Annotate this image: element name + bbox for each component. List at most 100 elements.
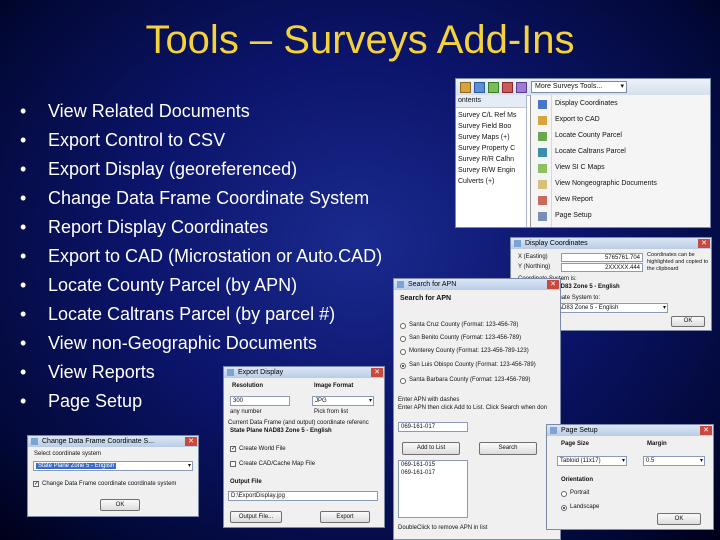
county-option: Santa Barbara County (Format: 123-456-78… bbox=[409, 377, 531, 383]
ok-button[interactable]: OK bbox=[657, 513, 701, 525]
x-value-field[interactable]: 5765761.704 bbox=[561, 253, 643, 262]
more-surveys-tools-dropdown[interactable]: More Surveys Tools... ▾ bbox=[531, 81, 627, 93]
bullet-marker: • bbox=[20, 159, 27, 179]
landscape-radio[interactable] bbox=[561, 505, 567, 511]
layer-item[interactable]: Survey R/R Calhn bbox=[456, 154, 526, 165]
title-bar: Export Display ✕ bbox=[224, 367, 384, 378]
window-icon bbox=[514, 240, 521, 247]
bullet-marker: • bbox=[20, 333, 27, 353]
ok-button[interactable]: OK bbox=[671, 316, 705, 327]
y-label: Y (Northing) bbox=[518, 264, 551, 270]
layer-item[interactable]: Culverts (+) bbox=[456, 176, 526, 187]
layer-item[interactable]: Survey R/W Engin bbox=[456, 165, 526, 176]
chevron-down-icon: ▾ bbox=[620, 83, 624, 90]
menu-item-display-coordinates[interactable]: Display Coordinates bbox=[538, 96, 618, 112]
margin-select[interactable]: 0.5 ▾ bbox=[643, 456, 705, 466]
add-to-list-button[interactable]: Add to List bbox=[402, 442, 460, 455]
bullet-marker: • bbox=[20, 101, 27, 121]
list-footer: DoubleClick to remove APN in list bbox=[398, 525, 488, 531]
bullet-item: • Locate County Parcel (by APN) bbox=[20, 271, 382, 300]
output-file-button[interactable]: Output File... bbox=[230, 511, 282, 523]
bullet-marker: • bbox=[20, 130, 27, 150]
title-bar: Page Setup ✕ bbox=[547, 425, 713, 436]
coordinates-note: Coordinates can be highlighted and copie… bbox=[647, 252, 709, 272]
orientation-label: Orientation bbox=[561, 477, 594, 483]
bullet-item: • Change Data Frame Coordinate System bbox=[20, 184, 382, 213]
chevron-down-icon: ▾ bbox=[187, 463, 191, 469]
bullet-marker: • bbox=[20, 304, 27, 324]
close-icon[interactable]: ✕ bbox=[547, 280, 559, 289]
surveys-tools-menu-window: More Surveys Tools... ▾ ontents Survey C… bbox=[455, 78, 711, 228]
resolution-input[interactable]: 300 bbox=[230, 396, 290, 406]
menu-item-locate-caltrans-parcel[interactable]: Locate Caltrans Parcel bbox=[538, 144, 626, 160]
title-bar: Search for APN ✕ bbox=[394, 279, 560, 290]
menu-item-page-setup[interactable]: Page Setup bbox=[538, 208, 592, 224]
export-button[interactable]: Export bbox=[320, 511, 370, 523]
menu-item-export-to-cad[interactable]: Export to CAD bbox=[538, 112, 600, 128]
county-radio-san-luis-obispo[interactable] bbox=[400, 363, 406, 369]
close-icon[interactable]: ✕ bbox=[698, 239, 710, 248]
apn-input[interactable]: 069-161-017 bbox=[398, 422, 468, 432]
coordinate-system-select[interactable]: State Plane Zone 5 - English ▾ bbox=[33, 461, 193, 471]
slide-title: Tools – Surveys Add-Ins bbox=[145, 18, 575, 62]
bullet-marker: • bbox=[20, 217, 27, 237]
county-radio-santa-cruz[interactable] bbox=[400, 323, 406, 329]
output-file-input[interactable]: D:\ExportDisplay.jpg bbox=[228, 491, 378, 501]
apn-instruction: Enter APN with dashes bbox=[398, 397, 460, 403]
world-file-checkbox[interactable]: ✓ bbox=[230, 446, 236, 452]
toc-header: ontents bbox=[456, 95, 526, 108]
change-coordinate-system-dialog: Change Data Frame Coordinate S... ✕ Selec… bbox=[27, 435, 199, 517]
ok-button[interactable]: OK bbox=[100, 499, 140, 511]
county-radio-santa-barbara[interactable] bbox=[400, 378, 406, 384]
title-bar: Change Data Frame Coordinate S... ✕ bbox=[28, 436, 198, 447]
search-apn-heading: Search for APN bbox=[400, 295, 452, 302]
layer-item[interactable]: Survey Maps (+) bbox=[456, 132, 526, 143]
bullet-item: • Export to CAD (Microstation or Auto.CAD… bbox=[20, 242, 382, 271]
list-item[interactable]: 069-161-017 bbox=[401, 469, 467, 477]
menu-item-locate-county-parcel[interactable]: Locate County Parcel bbox=[538, 128, 622, 144]
apn-instruction: Enter APN then click Add to List. Click … bbox=[398, 405, 548, 411]
xy-icon bbox=[538, 100, 547, 109]
apn-list[interactable]: 069-161-015 069-161-017 bbox=[398, 460, 468, 518]
menu-item-view-report[interactable]: View Report bbox=[538, 192, 593, 208]
county-parcel-icon bbox=[538, 132, 547, 141]
layer-item[interactable]: Survey C/L Ref Ms bbox=[456, 110, 526, 121]
toolbar-icon[interactable] bbox=[474, 82, 485, 93]
window-icon bbox=[227, 369, 234, 376]
close-icon[interactable]: ✕ bbox=[371, 368, 383, 377]
resolution-note: any number bbox=[230, 409, 262, 415]
toolbar-icon[interactable] bbox=[502, 82, 513, 93]
county-option: San Luis Obispo County (Format: 123-456-… bbox=[409, 362, 536, 368]
close-icon[interactable]: ✕ bbox=[700, 426, 712, 435]
menu-item-view-sic-maps[interactable]: View SI C Maps bbox=[538, 160, 605, 176]
page-size-select[interactable]: Tabloid (11x17) ▾ bbox=[557, 456, 627, 466]
close-icon[interactable]: ✕ bbox=[185, 437, 197, 446]
portrait-radio[interactable] bbox=[561, 491, 567, 497]
image-format-label: Image Format bbox=[314, 383, 354, 389]
county-radio-san-benito[interactable] bbox=[400, 336, 406, 342]
search-apn-dialog: Search for APN ✕ Search for APN Santa Cru… bbox=[393, 278, 561, 540]
current-cs-value: State Plane NAD83 Zone 5 - English bbox=[230, 428, 332, 434]
county-radio-monterey[interactable] bbox=[400, 349, 406, 355]
margin-label: Margin bbox=[647, 441, 667, 447]
bullet-item: • View non-Geographic Documents bbox=[20, 329, 382, 358]
y-value-field[interactable]: 2XXXXX.444 bbox=[561, 263, 643, 272]
menu-item-view-nongeographic-documents[interactable]: View Nongeographic Documents bbox=[538, 176, 657, 192]
cad-cache-checkbox[interactable] bbox=[230, 461, 236, 467]
bullet-marker: • bbox=[20, 246, 27, 266]
county-option: San Benito County (Format: 123-456-789) bbox=[409, 335, 522, 341]
search-button[interactable]: Search bbox=[479, 442, 537, 455]
toolbar-icon[interactable] bbox=[488, 82, 499, 93]
bullet-item: • Locate Caltrans Parcel (by parcel #) bbox=[20, 300, 382, 329]
image-format-select[interactable]: JPG ▾ bbox=[312, 396, 374, 406]
toolbar-icon[interactable] bbox=[460, 82, 471, 93]
output-file-label: Output File bbox=[230, 479, 262, 485]
change-data-frame-checkbox[interactable]: ✓ bbox=[33, 481, 39, 487]
county-option: Monterey County (Format: 123-456-789-123… bbox=[409, 348, 529, 354]
format-note: Pick from list bbox=[314, 409, 349, 415]
list-item[interactable]: 069-161-015 bbox=[401, 461, 467, 469]
layer-item[interactable]: Survey Field Boo bbox=[456, 121, 526, 132]
bullet-marker: • bbox=[20, 275, 27, 295]
toolbar-icon[interactable] bbox=[516, 82, 527, 93]
layer-item[interactable]: Survey Property C bbox=[456, 143, 526, 154]
